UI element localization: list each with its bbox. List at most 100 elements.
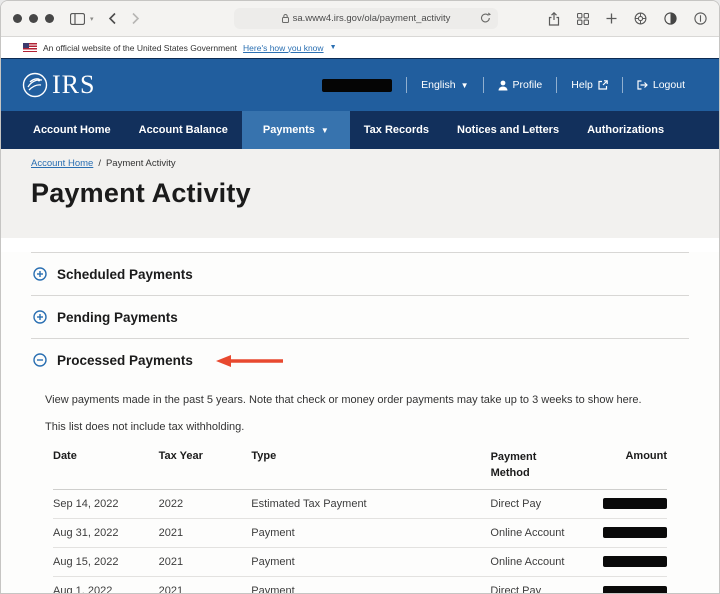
- url-text: sa.www4.irs.gov/ola/payment_activity: [292, 13, 451, 24]
- redacted-amount: [602, 527, 667, 539]
- nav-payments[interactable]: Payments ▼: [241, 111, 350, 149]
- redacted-amount: [602, 585, 667, 593]
- nav-notices-letters[interactable]: Notices and Letters: [443, 111, 573, 149]
- cell-date: Aug 31, 2022: [53, 526, 119, 539]
- processed-note: This list does not include tax withholdi…: [45, 421, 245, 433]
- page-content: Scheduled Payments Pending Payments Proc…: [1, 252, 719, 594]
- close-window-button[interactable]: [13, 14, 22, 23]
- cell-amount: [602, 527, 667, 539]
- cell-payment-method: Online Account: [490, 526, 565, 539]
- reader-contrast-icon[interactable]: [664, 12, 677, 25]
- cell-tax-year: 2021: [158, 555, 184, 568]
- payments-table: Date Tax Year Type Payment Method Amount…: [53, 450, 667, 594]
- col-header-amount: Amount: [625, 450, 668, 462]
- collapse-minus-icon[interactable]: [33, 353, 47, 367]
- reload-icon[interactable]: [480, 12, 491, 24]
- how-you-know-link[interactable]: Here's how you know: [243, 43, 324, 53]
- cell-tax-year: 2021: [158, 585, 184, 594]
- nav-tax-records[interactable]: Tax Records: [350, 111, 443, 149]
- irs-eagle-icon: [22, 72, 48, 98]
- cell-amount: [602, 585, 667, 593]
- window-controls[interactable]: [13, 14, 54, 23]
- external-link-icon: [598, 80, 608, 90]
- sidebar-toggle-icon[interactable]: [694, 12, 707, 25]
- address-bar[interactable]: sa.www4.irs.gov/ola/payment_activity: [234, 8, 498, 29]
- forward-button[interactable]: [131, 12, 140, 25]
- breadcrumb-current: Payment Activity: [105, 158, 176, 169]
- gov-banner: An official website of the United States…: [1, 37, 719, 58]
- cell-tax-year: 2021: [158, 526, 184, 539]
- nav-account-balance[interactable]: Account Balance: [125, 111, 242, 149]
- language-selector[interactable]: English ▼: [407, 79, 482, 91]
- breadcrumb-separator: /: [98, 158, 101, 169]
- help-button[interactable]: Help: [557, 79, 622, 91]
- redacted-amount: [602, 556, 667, 568]
- breadcrumb: Account Home / Payment Activity: [31, 158, 689, 169]
- page-settings-icon[interactable]: [634, 12, 647, 25]
- nav-authorizations[interactable]: Authorizations: [573, 111, 678, 149]
- redacted-amount: [602, 498, 667, 510]
- accordion-label: Pending Payments: [57, 309, 178, 325]
- col-header-tax-year: Tax Year: [158, 450, 203, 462]
- gov-banner-text: An official website of the United States…: [43, 42, 238, 53]
- cell-tax-year: 2022: [158, 497, 184, 510]
- profile-icon: [498, 80, 507, 90]
- new-tab-icon[interactable]: [606, 13, 617, 24]
- accordion-scheduled-payments[interactable]: Scheduled Payments: [31, 253, 689, 295]
- col-header-date: Date: [53, 450, 77, 462]
- cell-type: Payment: [251, 526, 295, 539]
- table-row: Sep 14, 2022 2022 Estimated Tax Payment …: [53, 490, 667, 519]
- tab-overview-icon[interactable]: [577, 12, 589, 25]
- title-band: Account Home / Payment Activity Payment …: [1, 149, 719, 238]
- cell-payment-method: Direct Pay: [490, 585, 542, 594]
- accordion-label: Processed Payments: [57, 352, 193, 368]
- browser-window: ▾ sa.www4.irs.gov/ola/payment_activity A…: [0, 0, 720, 594]
- expand-plus-icon[interactable]: [33, 310, 47, 324]
- cell-amount: [602, 556, 667, 568]
- irs-logo[interactable]: IRS: [21, 70, 95, 100]
- zoom-window-button[interactable]: [45, 14, 54, 23]
- table-row: Aug 31, 2022 2021 Payment Online Account: [53, 519, 667, 548]
- logout-button[interactable]: Logout: [623, 79, 699, 91]
- cell-type: Estimated Tax Payment: [251, 497, 367, 510]
- language-label: English: [421, 79, 456, 91]
- chevron-down-icon: ▼: [460, 80, 469, 90]
- logout-label: Logout: [652, 79, 685, 91]
- cell-type: Payment: [251, 555, 295, 568]
- browser-toolbar: ▾ sa.www4.irs.gov/ola/payment_activity: [1, 1, 719, 37]
- accordion-pending-payments[interactable]: Pending Payments: [31, 296, 689, 338]
- chevron-down-icon[interactable]: ▼: [330, 44, 337, 51]
- expand-plus-icon[interactable]: [33, 267, 47, 281]
- cell-date: Sep 14, 2022: [53, 497, 119, 510]
- table-header-row: Date Tax Year Type Payment Method Amount: [53, 450, 667, 490]
- accordion-label: Scheduled Payments: [57, 266, 193, 282]
- nav-payments-label: Payments: [262, 124, 315, 136]
- cell-payment-method: Direct Pay: [490, 497, 542, 510]
- cell-date: Aug 1, 2022: [53, 585, 113, 594]
- minimize-window-button[interactable]: [29, 14, 38, 23]
- col-header-payment-method: Payment Method: [490, 451, 537, 479]
- cell-amount: [602, 498, 667, 510]
- back-button[interactable]: [108, 12, 117, 25]
- cell-type: Payment: [251, 585, 295, 594]
- col-header-type: Type: [251, 450, 277, 462]
- processed-description: View payments made in the past 5 years. …: [45, 394, 642, 406]
- irs-logo-text: IRS: [52, 70, 96, 99]
- redacted-account-name: [322, 78, 393, 92]
- profile-label: Profile: [512, 79, 543, 91]
- red-annotation-arrow: [215, 355, 283, 367]
- share-icon[interactable]: [548, 11, 560, 26]
- cell-payment-method: Online Account: [490, 555, 565, 568]
- table-row: Aug 1, 2022 2021 Payment Direct Pay: [53, 577, 667, 594]
- breadcrumb-account-home-link[interactable]: Account Home: [31, 158, 93, 169]
- sidebar-chevron-icon[interactable]: ▾: [90, 15, 94, 23]
- help-label: Help: [571, 79, 593, 91]
- nav-account-home[interactable]: Account Home: [19, 111, 125, 149]
- sidebar-icon[interactable]: [70, 12, 85, 25]
- logout-icon: [637, 80, 648, 90]
- table-row: Aug 15, 2022 2021 Payment Online Account: [53, 548, 667, 577]
- chevron-down-icon: ▼: [320, 125, 329, 135]
- profile-button[interactable]: Profile: [484, 79, 557, 91]
- irs-header: IRS English ▼ Profile Help Logout: [1, 58, 719, 111]
- accordion-processed-payments[interactable]: Processed Payments: [31, 339, 689, 381]
